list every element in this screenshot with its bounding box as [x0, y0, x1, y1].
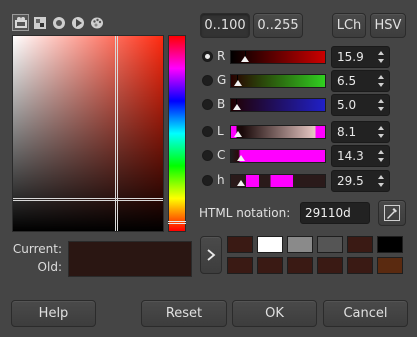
channel-b-slider[interactable]: [230, 98, 326, 112]
cancel-button[interactable]: Cancel: [323, 300, 408, 327]
spin-arrows-icon[interactable]: [378, 125, 385, 139]
history-swatch[interactable]: [377, 257, 403, 274]
channel-g-spinbox[interactable]: 6.5: [331, 70, 390, 92]
channel-r-thumb[interactable]: [241, 56, 249, 62]
channel-row-g: G 6.5: [200, 70, 405, 92]
ok-button[interactable]: OK: [232, 300, 317, 327]
channel-r-radio[interactable]: [202, 51, 213, 62]
color-history: [227, 236, 407, 278]
history-swatch[interactable]: [347, 236, 373, 253]
current-label: Current:: [12, 242, 62, 256]
history-swatch[interactable]: [257, 257, 283, 274]
old-label: Old:: [37, 260, 62, 274]
color-selector-tabs: [12, 14, 105, 34]
channel-c-spinbox[interactable]: 14.3: [331, 145, 390, 167]
channel-l-slider[interactable]: [230, 125, 326, 139]
gimp-selector-icon: [14, 16, 27, 28]
channel-h-spinbox[interactable]: 29.5: [331, 170, 390, 192]
channel-row-b: B 5.0: [200, 94, 405, 116]
lch-button[interactable]: LCh: [332, 13, 366, 38]
color-picker-button[interactable]: [378, 200, 406, 226]
palette-selector-tab[interactable]: [88, 14, 105, 31]
channel-h-thumb[interactable]: [237, 180, 245, 186]
triangle-selector-icon: [71, 16, 84, 29]
hue-strip[interactable]: [168, 35, 186, 232]
sv-crosshair-horizontal: [13, 198, 163, 201]
eyedropper-icon: [384, 205, 400, 221]
channel-l-thumb[interactable]: [234, 131, 242, 137]
history-swatch[interactable]: [317, 236, 343, 253]
chevron-right-icon: [207, 249, 216, 261]
range-0-100-button[interactable]: 0..100: [200, 13, 250, 38]
triangle-selector-tab[interactable]: [69, 14, 86, 31]
history-swatch[interactable]: [377, 236, 403, 253]
channel-c-thumb[interactable]: [237, 155, 245, 161]
channel-r-label: R: [217, 49, 226, 63]
add-to-history-button[interactable]: [200, 236, 222, 274]
channel-row-r: R 15.9: [200, 46, 405, 68]
channel-row-l: L 8.1: [200, 121, 405, 143]
channel-l-radio[interactable]: [202, 126, 213, 137]
channel-b-radio[interactable]: [202, 99, 213, 110]
history-swatch[interactable]: [317, 257, 343, 274]
channel-l-spinbox[interactable]: 8.1: [331, 121, 390, 143]
palette-selector-icon: [90, 17, 103, 28]
history-swatch[interactable]: [287, 236, 313, 253]
channel-b-label: B: [217, 97, 226, 111]
range-0-255-button[interactable]: 0..255: [253, 13, 303, 38]
spin-arrows-icon[interactable]: [378, 149, 385, 163]
hsv-button[interactable]: HSV: [370, 13, 406, 38]
channel-row-h: h 29.5: [200, 170, 405, 192]
channel-g-thumb[interactable]: [234, 80, 242, 86]
wheel-selector-tab[interactable]: [50, 14, 67, 31]
channel-h-radio[interactable]: [202, 175, 213, 186]
history-swatch[interactable]: [227, 257, 253, 274]
cmyk-selector-tab[interactable]: [31, 14, 48, 31]
channel-g-slider[interactable]: [230, 74, 326, 88]
saturation-value-area[interactable]: [12, 35, 164, 232]
help-button[interactable]: Help: [11, 300, 96, 327]
spin-arrows-icon[interactable]: [378, 98, 385, 112]
channel-row-c: C 14.3: [200, 145, 405, 167]
channel-b-spinbox[interactable]: 5.0: [331, 94, 390, 116]
spin-arrows-icon[interactable]: [378, 174, 385, 188]
channel-b-thumb[interactable]: [233, 104, 241, 110]
reset-button[interactable]: Reset: [141, 300, 227, 327]
history-swatch[interactable]: [347, 257, 373, 274]
sv-crosshair-vertical: [115, 36, 118, 231]
cmyk-selector-icon: [33, 16, 46, 29]
channel-g-radio[interactable]: [202, 75, 213, 86]
channel-h-label: h: [217, 173, 225, 187]
history-swatch[interactable]: [287, 257, 313, 274]
channel-c-radio[interactable]: [202, 150, 213, 161]
history-swatch[interactable]: [227, 236, 253, 253]
channel-r-spinbox[interactable]: 15.9: [331, 46, 390, 68]
spin-arrows-icon[interactable]: [378, 74, 385, 88]
html-notation-input[interactable]: [300, 202, 370, 224]
current-old-color-preview: [68, 241, 192, 277]
hue-marker[interactable]: [168, 221, 186, 224]
wheel-selector-icon: [52, 16, 65, 29]
gimp-selector-tab[interactable]: [12, 14, 29, 31]
spin-arrows-icon[interactable]: [378, 50, 385, 64]
history-swatch[interactable]: [257, 236, 283, 253]
html-notation-label: HTML notation:: [199, 206, 291, 220]
channel-g-label: G: [217, 73, 227, 87]
channel-l-label: L: [217, 124, 224, 138]
channel-c-label: C: [217, 148, 226, 162]
